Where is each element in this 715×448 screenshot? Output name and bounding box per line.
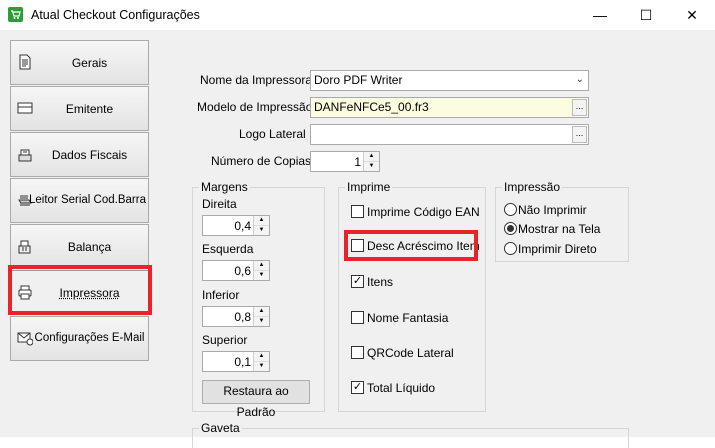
margin-bottom-up-icon[interactable]: ▲	[254, 307, 269, 317]
browse-model-button[interactable]: ...	[572, 99, 587, 116]
drawer-title: Gaveta	[199, 421, 242, 435]
chevron-down-icon[interactable]: ⌄	[576, 74, 584, 85]
margin-top-down-icon[interactable]: ▼	[254, 362, 269, 371]
sidebar-item-emitente[interactable]: Emitente	[10, 86, 149, 131]
total-liquido-checkbox[interactable]: ✓	[351, 381, 364, 394]
qrcode-lateral-label: QRCode Lateral	[367, 346, 454, 360]
browse-logo-button[interactable]: ...	[572, 126, 587, 143]
no-print-radio[interactable]	[504, 203, 517, 216]
qrcode-lateral-checkbox[interactable]	[351, 346, 364, 359]
sidebar-item-config-email[interactable]: Configurações E-Mail	[10, 316, 149, 361]
no-print-label: Não Imprimir	[518, 203, 587, 217]
margin-right-stepper[interactable]: 0,4 ▲ ▼	[202, 215, 270, 236]
minimize-button[interactable]: —	[577, 0, 623, 30]
client-area: Gerais Emitente Dados Fiscais Leitor Ser…	[0, 30, 715, 448]
show-screen-radio[interactable]	[504, 222, 517, 235]
margin-top-stepper[interactable]: 0,1 ▲ ▼	[202, 351, 270, 372]
sidebar-item-label: Dados Fiscais	[51, 148, 128, 162]
sidebar-item-gerais[interactable]: Gerais	[10, 40, 149, 85]
print-ean-label: Imprime Código EAN	[367, 205, 480, 219]
copies-down-icon[interactable]: ▼	[364, 162, 379, 171]
email-settings-icon	[17, 332, 33, 346]
restore-default-button[interactable]: Restaura ao Padrão	[202, 380, 310, 419]
margin-bottom-value: 0,8	[234, 310, 251, 324]
margin-right-value: 0,4	[234, 219, 251, 233]
margins-title: Margens	[199, 180, 250, 194]
card-icon	[17, 102, 33, 114]
highlight-box-impressora	[8, 265, 152, 315]
side-logo-field[interactable]: ...	[310, 124, 589, 145]
title-bar: Atual Checkout Configurações — ☐ ✕	[0, 0, 715, 30]
sidebar: Gerais Emitente Dados Fiscais Leitor Ser…	[10, 40, 149, 437]
sidebar-item-label: Gerais	[71, 56, 108, 70]
scale-icon	[18, 149, 32, 162]
drawer-group: Gaveta	[192, 421, 629, 448]
print-model-value: DANFeNFCe5_00.fr3	[314, 100, 429, 114]
print-direct-label: Imprimir Direto	[518, 242, 597, 256]
printer-name-label: Nome da Impressora	[200, 73, 313, 87]
margin-right-label: Direita	[202, 197, 237, 211]
print-model-label: Modelo de Impressão	[197, 100, 313, 114]
margin-left-down-icon[interactable]: ▼	[254, 271, 269, 280]
total-liquido-label: Total Líquido	[367, 381, 436, 395]
print-ean-checkbox[interactable]	[351, 205, 364, 218]
document-icon	[19, 54, 31, 70]
app-cart-icon	[8, 7, 23, 22]
margin-bottom-label: Inferior	[202, 288, 240, 302]
items-checkbox[interactable]: ✓	[351, 275, 364, 288]
margin-right-up-icon[interactable]: ▲	[254, 216, 269, 226]
margin-top-label: Superior	[202, 333, 248, 347]
impression-title: Impressão	[502, 180, 563, 194]
maximize-button[interactable]: ☐	[623, 0, 669, 30]
sidebar-item-label: Leitor Serial Cod.Barra	[29, 194, 146, 206]
margin-right-down-icon[interactable]: ▼	[254, 226, 269, 235]
side-logo-label: Logo Lateral	[239, 127, 306, 141]
items-label: Itens	[367, 275, 394, 289]
print-model-field[interactable]: DANFeNFCe5_00.fr3 ...	[310, 97, 589, 118]
show-screen-label: Mostrar na Tela	[518, 222, 601, 236]
printer-name-select[interactable]: Doro PDF Writer ⌄	[310, 70, 589, 91]
fantasy-name-checkbox[interactable]	[351, 311, 364, 324]
margin-top-up-icon[interactable]: ▲	[254, 352, 269, 362]
margin-top-value: 0,1	[234, 355, 251, 369]
printer-name-value: Doro PDF Writer	[314, 73, 403, 87]
copies-up-icon[interactable]: ▲	[364, 152, 379, 162]
copies-stepper[interactable]: 1 ▲ ▼	[310, 151, 380, 172]
window-title: Atual Checkout Configurações	[31, 8, 200, 22]
margin-left-label: Esquerda	[202, 242, 254, 256]
prints-group: Imprime	[338, 180, 486, 412]
sidebar-item-label: Balança	[67, 240, 112, 254]
sidebar-item-dados-fiscais[interactable]: Dados Fiscais	[10, 132, 149, 177]
copies-label: Número de Copias	[211, 154, 312, 168]
margin-left-stepper[interactable]: 0,6 ▲ ▼	[202, 260, 270, 281]
print-direct-radio[interactable]	[504, 242, 517, 255]
fantasy-name-label: Nome Fantasia	[367, 311, 449, 325]
margin-bottom-down-icon[interactable]: ▼	[254, 317, 269, 326]
sidebar-item-label: Configurações E-Mail	[34, 332, 145, 344]
prints-title: Imprime	[345, 180, 393, 194]
margin-bottom-stepper[interactable]: 0,8 ▲ ▼	[202, 306, 270, 327]
balance-icon	[18, 240, 31, 254]
sidebar-item-label: Emitente	[65, 102, 114, 116]
margin-left-up-icon[interactable]: ▲	[254, 261, 269, 271]
copies-value: 1	[354, 155, 361, 169]
close-button[interactable]: ✕	[669, 0, 715, 30]
sidebar-item-leitor-serial[interactable]: Leitor Serial Cod.Barra	[10, 178, 149, 223]
margin-left-value: 0,6	[234, 264, 251, 278]
sidebar-item-balanca[interactable]: Balança	[10, 224, 149, 269]
highlight-box-desc-acrescimo	[344, 230, 478, 261]
